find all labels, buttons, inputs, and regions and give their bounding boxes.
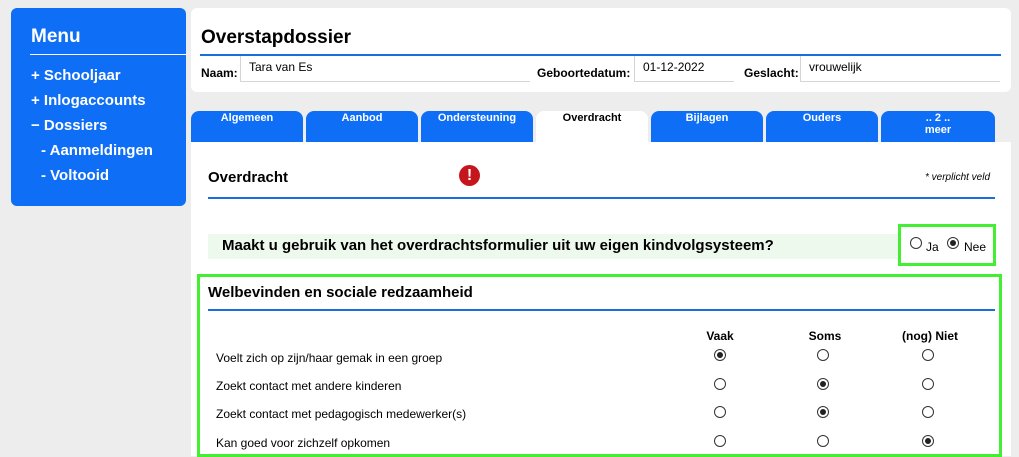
radio-nee[interactable]: [947, 237, 959, 249]
menu-item-aanmeldingen[interactable]: - Aanmeldingen: [41, 142, 153, 159]
page-title: Overstapdossier: [201, 27, 351, 48]
menu-item-schooljaar[interactable]: + Schooljaar: [31, 67, 121, 84]
col-header-vaak: Vaak: [706, 329, 734, 343]
menu-title: Menu: [31, 26, 81, 47]
radio-row2-niet[interactable]: [922, 378, 934, 390]
tab-label: Overdracht: [562, 112, 622, 124]
tab-label: Ouders: [802, 112, 842, 124]
radio-row2-vaak[interactable]: [714, 378, 726, 390]
radio-ja-label: Ja: [926, 240, 939, 254]
dob-value: 01-12-2022: [634, 56, 734, 82]
gender-label: Geslacht:: [744, 66, 799, 80]
tab-label: Bijlagen: [685, 112, 729, 124]
section-divider: [208, 197, 995, 199]
warning-icon: !: [459, 165, 480, 186]
menu-divider: [30, 54, 186, 55]
col-header-soms: Soms: [808, 329, 842, 343]
radio-row3-vaak[interactable]: [714, 406, 726, 418]
wellbeing-divider: [208, 309, 995, 311]
tab-ouders[interactable]: Ouders: [766, 111, 878, 143]
tab-more[interactable]: .. 2 .. meer: [881, 111, 995, 143]
section-title: Overdracht: [208, 169, 289, 186]
tab-ondersteuning[interactable]: Ondersteuning: [421, 111, 533, 143]
table-row-label: Kan goed voor zichzelf opkomen: [216, 436, 391, 450]
radio-row1-soms[interactable]: [817, 349, 829, 361]
gender-value: vrouwelijk: [800, 56, 1000, 82]
radio-row1-vaak[interactable]: [714, 349, 726, 361]
menu-item-dossiers[interactable]: − Dossiers: [31, 117, 107, 134]
tab-label: Aanbod: [341, 112, 383, 124]
radio-row4-soms[interactable]: [817, 435, 829, 447]
question-text: Maakt u gebruik van het overdrachtsformu…: [222, 237, 774, 254]
radio-row2-soms[interactable]: [817, 378, 829, 390]
table-row-label: Voelt zich op zijn/haar gemak in een gro…: [216, 351, 443, 365]
required-note: * verplicht veld: [925, 172, 991, 183]
col-header-niet: (nog) Niet: [902, 329, 958, 343]
radio-row4-vaak[interactable]: [714, 435, 726, 447]
tab-algemeen[interactable]: Algemeen: [191, 111, 303, 143]
wellbeing-title: Welbevinden en sociale redzaamheid: [208, 284, 473, 301]
name-label: Naam:: [201, 66, 238, 80]
menu-item-inlogaccounts[interactable]: + Inlogaccounts: [31, 92, 146, 109]
radio-row4-niet[interactable]: [922, 435, 934, 447]
tab-bijlagen[interactable]: Bijlagen: [651, 111, 763, 143]
tab-aanbod[interactable]: Aanbod: [306, 111, 418, 143]
radio-row1-niet[interactable]: [922, 349, 934, 361]
tab-more-label: meer: [924, 124, 952, 136]
table-row-label: Zoekt contact met andere kinderen: [216, 379, 402, 393]
menu-item-voltooid[interactable]: - Voltooid: [41, 167, 109, 184]
wellbeing-highlight: [197, 274, 1002, 457]
tab-label: Ondersteuning: [437, 112, 517, 124]
name-value: Tara van Es: [240, 56, 530, 82]
sidebar-menu: Menu + Schooljaar + Inlogaccounts − Doss…: [11, 8, 186, 206]
table-row-label: Zoekt contact met pedagogisch medewerker…: [216, 407, 467, 421]
dob-label: Geboortedatum:: [537, 66, 631, 80]
tab-pages: .. 2 ..: [925, 112, 951, 124]
tab-label: Algemeen: [220, 112, 274, 124]
radio-row3-niet[interactable]: [922, 406, 934, 418]
radio-ja[interactable]: [910, 237, 922, 249]
radio-row3-soms[interactable]: [817, 406, 829, 418]
radio-nee-label: Nee: [964, 240, 987, 254]
tab-overdracht[interactable]: Overdracht: [536, 111, 648, 145]
